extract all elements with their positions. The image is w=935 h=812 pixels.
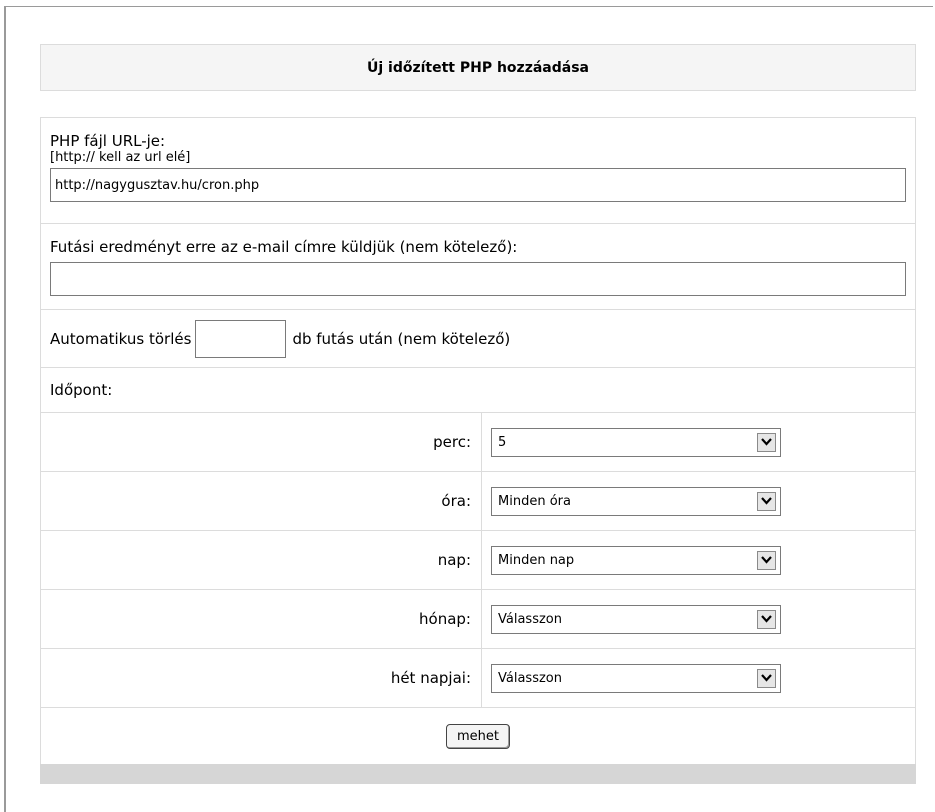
day-label: nap: xyxy=(437,551,471,569)
form-header: Új időzített PHP hozzáadása xyxy=(40,44,916,91)
chevron-down-icon[interactable] xyxy=(757,550,776,570)
schedule-row-hour: óra: Minden óra xyxy=(41,472,915,531)
day-select-value: Minden nap xyxy=(498,552,575,568)
hour-select-value: Minden óra xyxy=(498,493,571,509)
email-label: Futási eredményt erre az e-mail címre kü… xyxy=(50,238,518,256)
email-input[interactable] xyxy=(50,262,906,296)
url-label: PHP fájl URL-je: xyxy=(50,132,166,150)
auto-delete-count-input[interactable] xyxy=(195,319,287,358)
schedule-row-month: hónap: Válasszon xyxy=(41,590,915,649)
month-label: hónap: xyxy=(419,610,471,628)
minute-select[interactable]: 5 xyxy=(491,427,781,457)
time-label: Időpont: xyxy=(50,381,113,399)
auto-delete-suffix: db futás után (nem kötelező) xyxy=(292,329,511,348)
hour-select[interactable]: Minden óra xyxy=(491,486,781,516)
schedule-row-day: nap: Minden nap xyxy=(41,531,915,590)
weekday-select[interactable]: Válasszon xyxy=(491,663,781,693)
submit-row: mehet xyxy=(41,708,915,765)
url-hint: [http:// kell az url elé] xyxy=(50,150,191,165)
month-select-value: Válasszon xyxy=(498,611,562,627)
weekday-label: hét napjai: xyxy=(390,669,471,687)
hour-label: óra: xyxy=(441,492,471,510)
schedule-row-weekday: hét napjai: Válasszon xyxy=(41,649,915,708)
minute-label: perc: xyxy=(433,433,471,451)
auto-delete-row: Automatikus törlés db futás után (nem kö… xyxy=(41,310,915,368)
day-select[interactable]: Minden nap xyxy=(491,545,781,575)
page-title: Új időzített PHP hozzáadása xyxy=(366,59,589,76)
chevron-down-icon[interactable] xyxy=(757,609,776,629)
url-row: PHP fájl URL-je: [http:// kell az url el… xyxy=(41,118,915,224)
weekday-select-value: Válasszon xyxy=(498,670,562,686)
url-input[interactable] xyxy=(50,168,906,202)
submit-button[interactable]: mehet xyxy=(446,724,510,749)
chevron-down-icon[interactable] xyxy=(757,491,776,511)
email-row: Futási eredményt erre az e-mail címre kü… xyxy=(41,224,915,310)
auto-delete-prefix: Automatikus törlés xyxy=(50,329,192,348)
time-row: Időpont: xyxy=(41,368,915,413)
cron-form: PHP fájl URL-je: [http:// kell az url el… xyxy=(40,117,916,766)
chevron-down-icon[interactable] xyxy=(757,432,776,452)
month-select[interactable]: Válasszon xyxy=(491,604,781,634)
schedule-row-minute: perc: 5 xyxy=(41,413,915,472)
form-footer-bar xyxy=(40,764,916,784)
chevron-down-icon[interactable] xyxy=(757,668,776,688)
minute-select-value: 5 xyxy=(498,434,507,450)
